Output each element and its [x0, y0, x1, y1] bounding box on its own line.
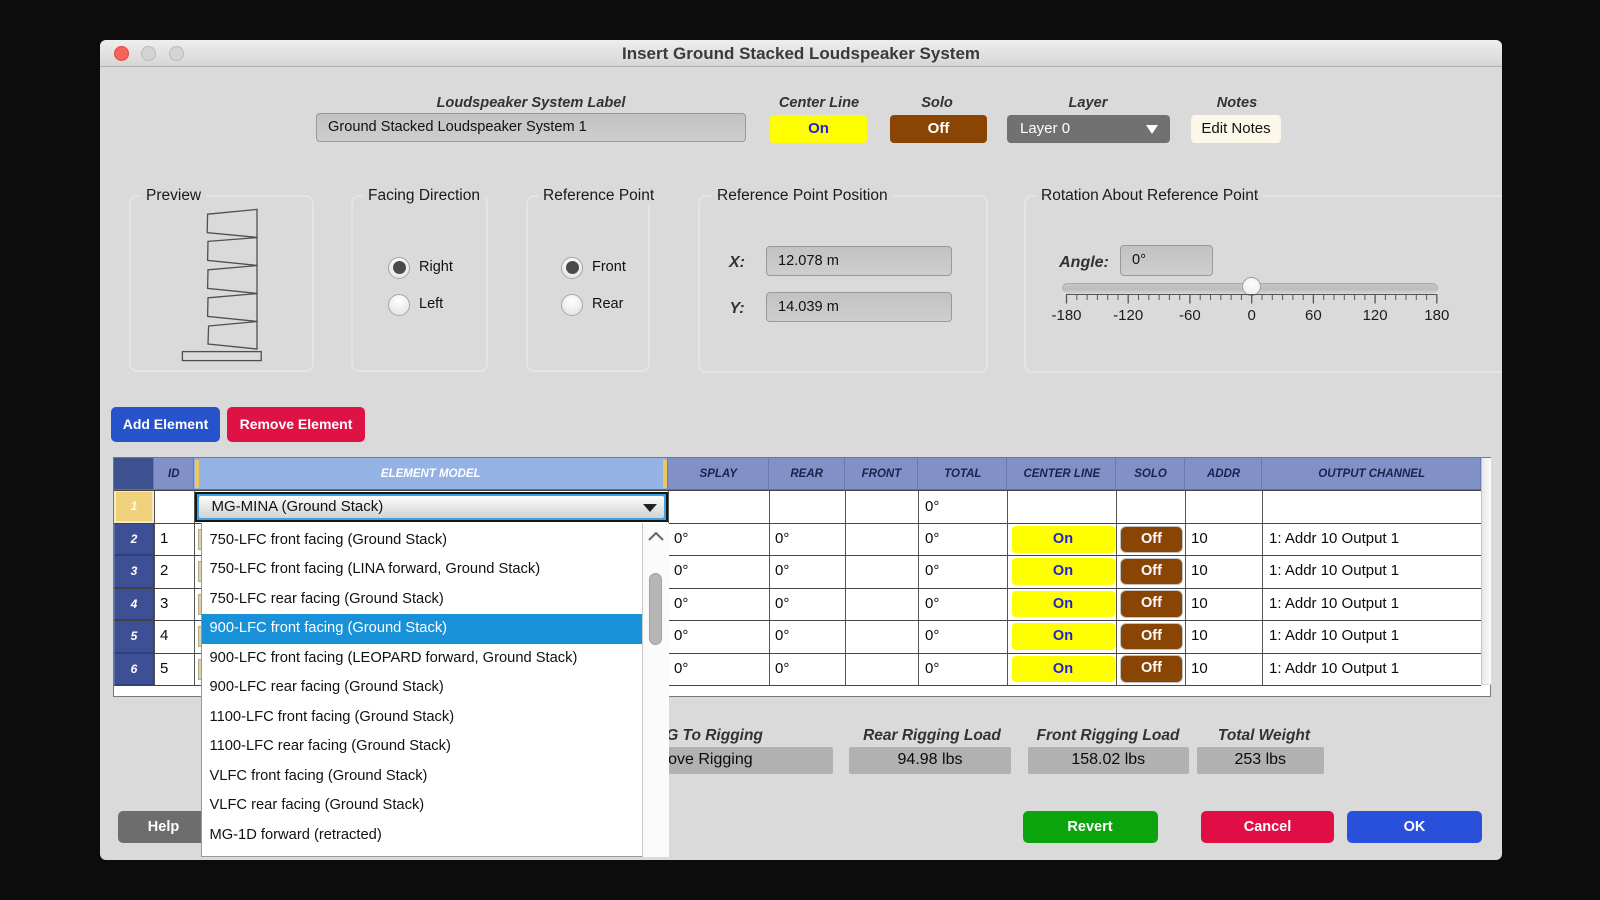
svg-text:-180: -180: [1051, 307, 1081, 324]
svg-text:-120: -120: [1113, 307, 1143, 324]
svg-text:120: 120: [1363, 307, 1388, 324]
svg-text:60: 60: [1305, 307, 1322, 324]
svg-text:-60: -60: [1179, 307, 1201, 324]
svg-text:180: 180: [1424, 307, 1449, 324]
svg-text:0: 0: [1248, 307, 1256, 324]
